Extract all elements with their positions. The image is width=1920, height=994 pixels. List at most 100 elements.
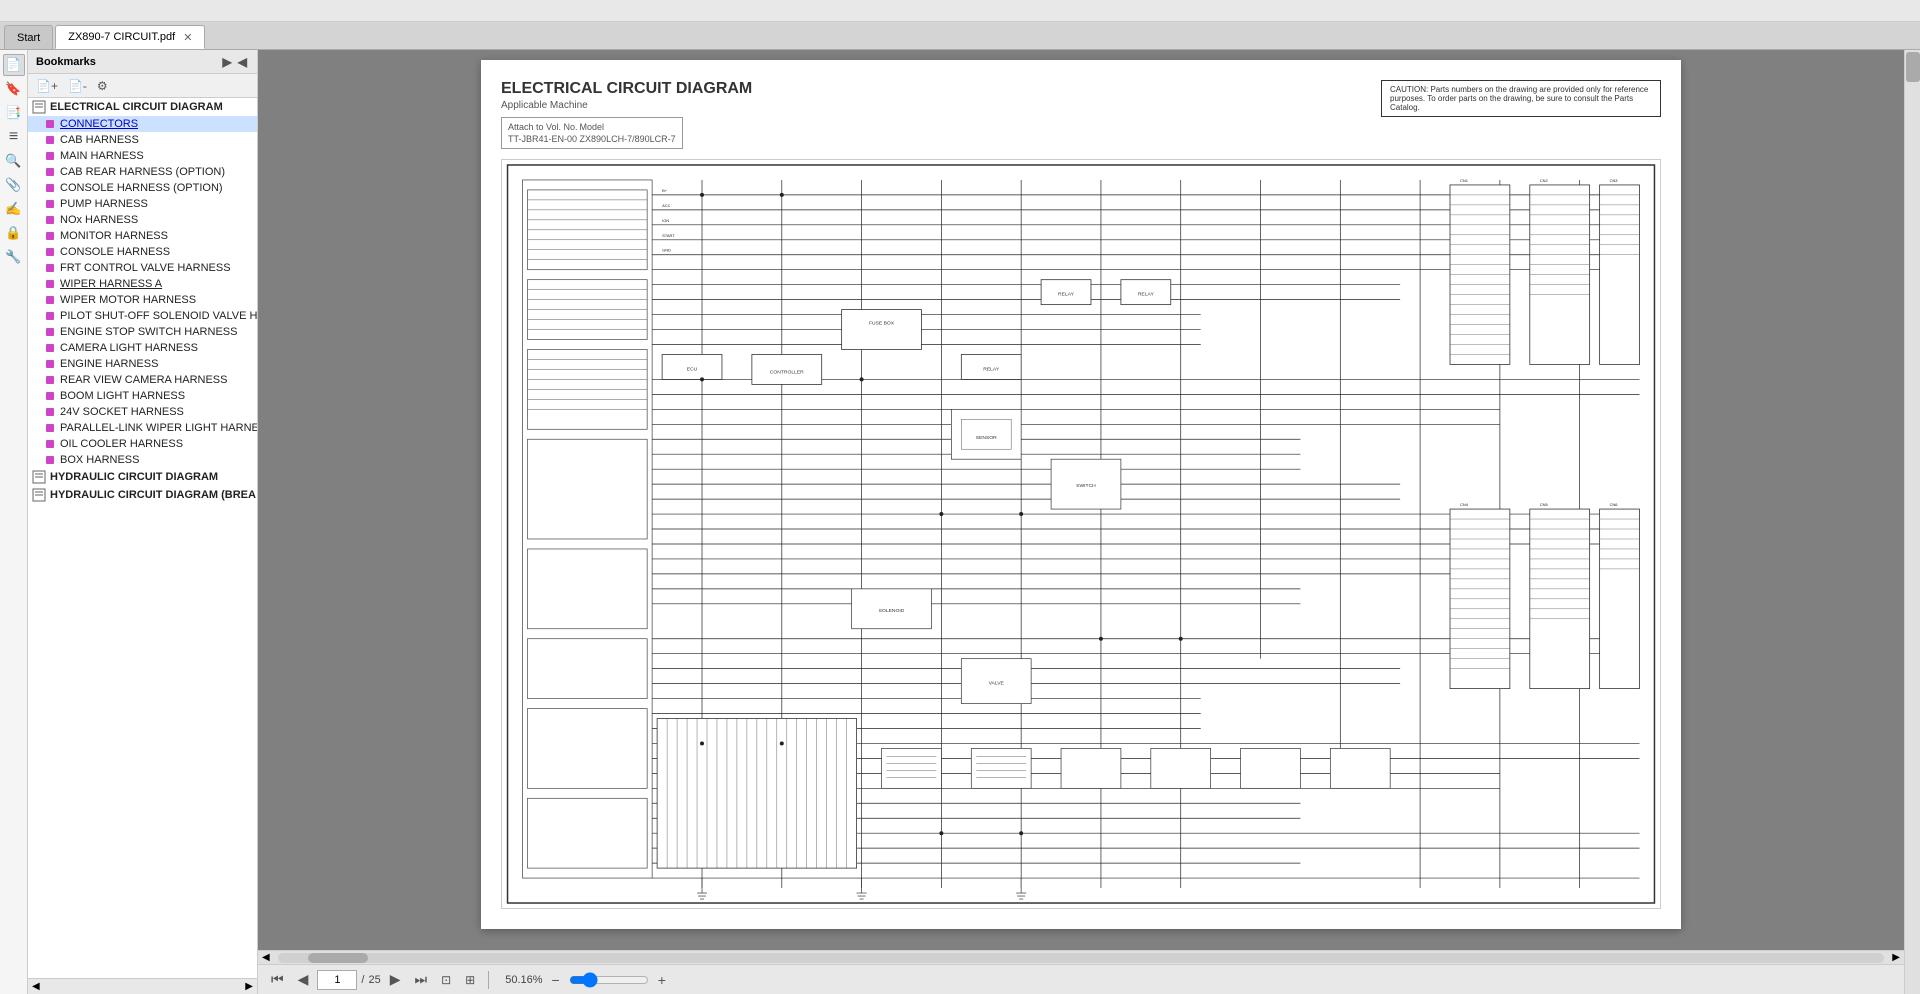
pdf-content[interactable]: CAUTION: Parts numbers on the drawing ar… <box>258 50 1904 950</box>
tab-pdf[interactable]: ZX890-7 CIRCUIT.pdf ✕ <box>55 25 205 49</box>
page-icon[interactable]: 📑 <box>3 102 25 124</box>
bookmark-electrical[interactable]: ELECTRICAL CIRCUIT DIAGRAM <box>28 98 257 116</box>
bookmark-console-label: CONSOLE HARNESS <box>60 246 170 258</box>
bookmark-dot-pilot <box>46 312 54 320</box>
h-scroll-right-btn[interactable]: ▶ <box>1888 952 1904 963</box>
pdf-zoom-in-btn[interactable]: + <box>653 969 671 991</box>
pdf-last-page-btn[interactable]: ⏭ <box>409 968 432 991</box>
bookmark-dot-cab-rear <box>46 168 54 176</box>
bookmark-cab-harness[interactable]: CAB HARNESS <box>28 132 257 148</box>
bookmarks-expand-btn[interactable]: ▶ <box>221 55 234 69</box>
svg-text:B+: B+ <box>662 188 668 193</box>
tab-start[interactable]: Start <box>4 25 53 49</box>
lock-icon[interactable]: 🔒 <box>3 222 25 244</box>
meta-model-val: ZX890LCH-7/890LCR-7 <box>580 134 676 144</box>
bookmark-console-opt-label: CONSOLE HARNESS (OPTION) <box>60 182 223 194</box>
bookmark-cab-rear-label: CAB REAR HARNESS (OPTION) <box>60 166 225 178</box>
bookmark-frt-control[interactable]: FRT CONTROL VALVE HARNESS <box>28 260 257 276</box>
pdf-zoom-slider[interactable] <box>569 973 649 987</box>
pdf-zoom-level: 50.16% <box>505 974 542 986</box>
pdf-zoom-out-btn[interactable]: − <box>547 969 565 991</box>
bookmark-icon[interactable]: 🔖 <box>3 78 25 100</box>
bookmarks-scroll-left[interactable]: ◀ <box>32 981 40 992</box>
signature-icon[interactable]: ✍ <box>3 198 25 220</box>
bookmark-wiper-motor-label: WIPER MOTOR HARNESS <box>60 294 196 306</box>
svg-text:IGN: IGN <box>662 218 669 223</box>
main-area: 📄 🔖 📑 ≡ 🔍 📎 ✍ 🔒 🔧 Bookmarks ▶ ◀ 📄+ 📄- ⚙ <box>0 50 1920 994</box>
bookmark-engine-harness[interactable]: ENGINE HARNESS <box>28 356 257 372</box>
bookmark-dot-connectors <box>46 120 54 128</box>
bookmark-cab-rear[interactable]: CAB REAR HARNESS (OPTION) <box>28 164 257 180</box>
h-scrollbar[interactable]: ◀ ▶ <box>258 950 1904 964</box>
bookmarks-title: Bookmarks <box>36 56 96 68</box>
bookmark-engine-stop[interactable]: ENGINE STOP SWITCH HARNESS <box>28 324 257 340</box>
bookmark-monitor[interactable]: MONITOR HARNESS <box>28 228 257 244</box>
bookmark-24v-socket[interactable]: 24V SOCKET HARNESS <box>28 404 257 420</box>
bookmark-parallel-link[interactable]: PARALLEL-LINK WIPER LIGHT HARNE <box>28 420 257 436</box>
tab-bar: Start ZX890-7 CIRCUIT.pdf ✕ <box>0 22 1920 50</box>
bookmark-boom-light[interactable]: BOOM LIGHT HARNESS <box>28 388 257 404</box>
pdf-fit-width-btn[interactable]: ⊞ <box>460 970 480 990</box>
circuit-diagram: ECU CONTROLLER RELAY FUSE BOX R <box>501 159 1661 909</box>
bookmark-wiper-motor[interactable]: WIPER MOTOR HARNESS <box>28 292 257 308</box>
left-icon-panel: 📄 🔖 📑 ≡ 🔍 📎 ✍ 🔒 🔧 <box>0 50 28 994</box>
bookmark-file-icon <box>32 100 46 114</box>
bookmark-connectors[interactable]: CONNECTORS <box>28 116 257 132</box>
bookmark-box-label: BOX HARNESS <box>60 454 139 466</box>
pdf-page: CAUTION: Parts numbers on the drawing ar… <box>481 60 1681 929</box>
pdf-fit-page-btn[interactable]: ⊡ <box>436 970 456 990</box>
caution-text: CAUTION: Parts numbers on the drawing ar… <box>1390 85 1648 112</box>
bookmark-oil-cooler[interactable]: OIL COOLER HARNESS <box>28 436 257 452</box>
bookmarks-header: Bookmarks ▶ ◀ <box>28 50 257 74</box>
bookmark-hydraulic[interactable]: HYDRAULIC CIRCUIT DIAGRAM <box>28 468 257 486</box>
bookmark-pilot-shutoff[interactable]: PILOT SHUT-OFF SOLENOID VALVE H <box>28 308 257 324</box>
h-scroll-track[interactable] <box>278 953 1885 963</box>
bookmark-add-btn[interactable]: 📄+ <box>32 77 62 95</box>
bookmark-pump[interactable]: PUMP HARNESS <box>28 196 257 212</box>
bookmark-dot-monitor <box>46 232 54 240</box>
svg-text:ECU: ECU <box>687 366 698 372</box>
bookmark-box-harness[interactable]: BOX HARNESS <box>28 452 257 468</box>
open-icon[interactable]: 📄 <box>3 54 25 76</box>
tab-close-icon[interactable]: ✕ <box>183 31 192 44</box>
bookmark-dot-pump <box>46 200 54 208</box>
bookmark-cab-label: CAB HARNESS <box>60 134 139 146</box>
svg-text:START: START <box>662 233 675 238</box>
right-scrollbar[interactable] <box>1904 50 1920 994</box>
attachment-icon[interactable]: 📎 <box>3 174 25 196</box>
bookmark-console[interactable]: CONSOLE HARNESS <box>28 244 257 260</box>
pdf-prev-page-btn[interactable]: ◀ <box>293 968 314 991</box>
pdf-page-input[interactable] <box>317 970 357 990</box>
tab-start-label: Start <box>17 32 40 44</box>
bookmark-options-btn[interactable]: ⚙ <box>93 77 112 95</box>
bookmark-hydraulic-brea-label: HYDRAULIC CIRCUIT DIAGRAM (BREA <box>50 489 256 501</box>
bookmark-rear-view-label: REAR VIEW CAMERA HARNESS <box>60 374 227 386</box>
layers-icon[interactable]: ≡ <box>3 126 25 148</box>
bookmark-boom-label: BOOM LIGHT HARNESS <box>60 390 185 402</box>
pdf-first-page-btn[interactable]: ⏮ <box>266 968 289 991</box>
bookmark-hydraulic-brea[interactable]: HYDRAULIC CIRCUIT DIAGRAM (BREA <box>28 486 257 504</box>
svg-text:SOLENOID: SOLENOID <box>879 608 905 614</box>
h-scroll-left-btn[interactable]: ◀ <box>258 952 274 963</box>
bookmark-dot-cab <box>46 136 54 144</box>
bookmark-main-label: MAIN HARNESS <box>60 150 144 162</box>
bookmark-camera-light[interactable]: CAMERA LIGHT HARNESS <box>28 340 257 356</box>
bookmark-delete-btn[interactable]: 📄- <box>64 77 91 95</box>
svg-text:CN2: CN2 <box>1540 178 1548 183</box>
pdf-next-page-btn[interactable]: ▶ <box>385 968 406 991</box>
bookmark-dot-wiper-motor <box>46 296 54 304</box>
svg-text:GND: GND <box>662 248 671 253</box>
bookmark-wiper-a[interactable]: WIPER HARNESS A <box>28 276 257 292</box>
bookmark-dot-console-opt <box>46 184 54 192</box>
bookmarks-scroll-right[interactable]: ▶ <box>245 981 253 992</box>
bookmarks-collapse-btn[interactable]: ◀ <box>236 55 249 69</box>
bookmark-console-opt[interactable]: CONSOLE HARNESS (OPTION) <box>28 180 257 196</box>
search-icon[interactable]: 🔍 <box>3 150 25 172</box>
caution-box: CAUTION: Parts numbers on the drawing ar… <box>1381 80 1661 117</box>
h-scroll-thumb[interactable] <box>308 953 368 963</box>
bookmark-rear-view[interactable]: REAR VIEW CAMERA HARNESS <box>28 372 257 388</box>
bookmark-pilot-label: PILOT SHUT-OFF SOLENOID VALVE H <box>60 310 257 322</box>
bookmark-nox[interactable]: NOx HARNESS <box>28 212 257 228</box>
bookmark-main-harness[interactable]: MAIN HARNESS <box>28 148 257 164</box>
tools-icon[interactable]: 🔧 <box>3 246 25 268</box>
